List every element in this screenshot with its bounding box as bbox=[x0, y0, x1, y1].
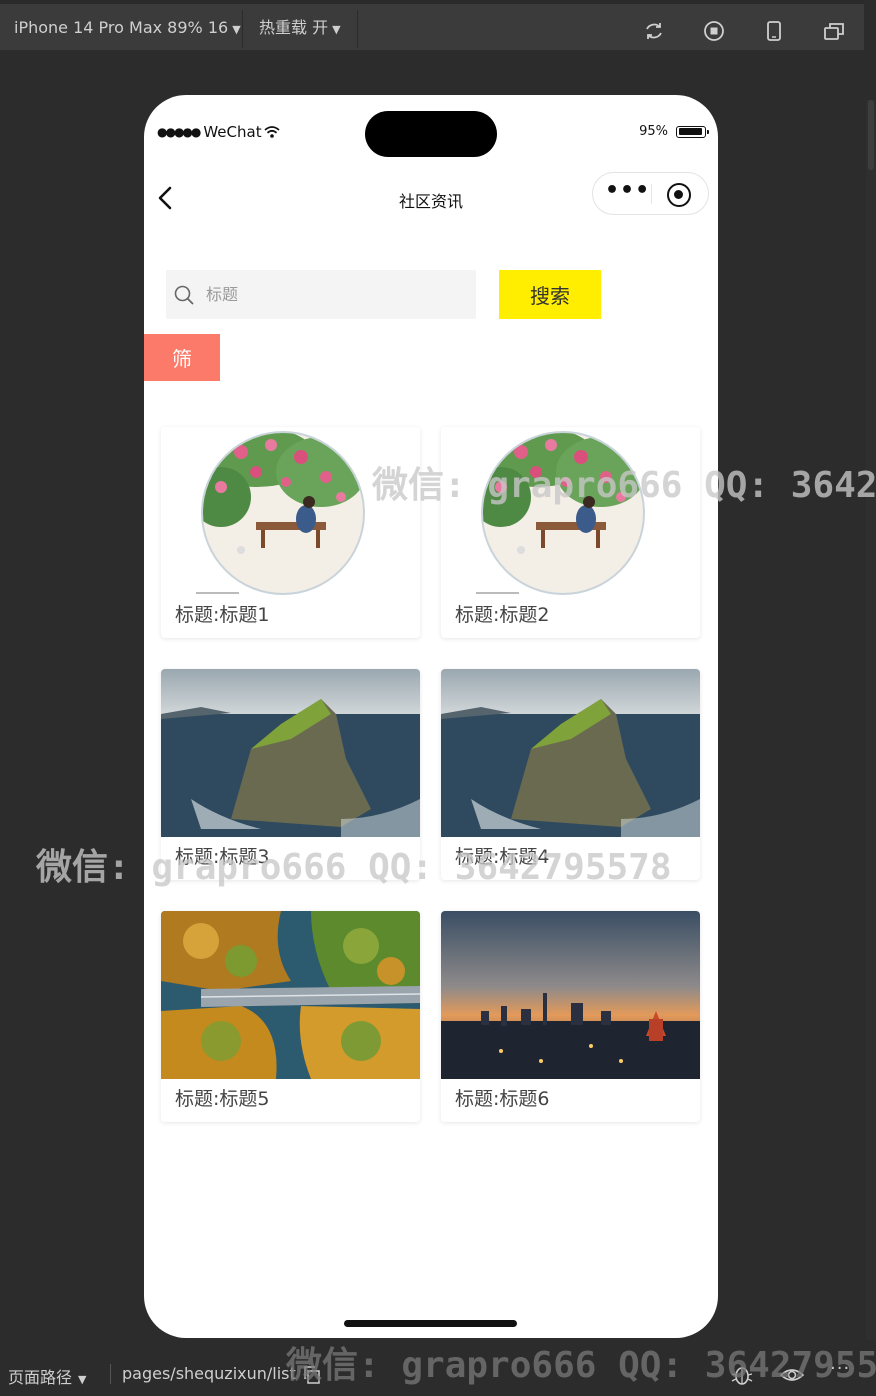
card-image bbox=[441, 427, 700, 595]
list-item[interactable]: 标题:标题5 bbox=[161, 911, 420, 1122]
toolbar-divider bbox=[242, 10, 243, 48]
status-bar-left: ●●●●● WeChat bbox=[157, 123, 280, 141]
home-indicator bbox=[344, 1320, 517, 1327]
menu-capsule: ••• bbox=[592, 172, 709, 215]
list-item[interactable]: 标题:标题2 bbox=[441, 427, 700, 638]
list-item[interactable]: 标题:标题4 bbox=[441, 669, 700, 880]
bug-icon[interactable] bbox=[730, 1364, 754, 1386]
search-input[interactable] bbox=[206, 270, 466, 319]
phone-simulator: ●●●●● WeChat 95% 社区资讯 ••• 搜索 筛 bbox=[144, 95, 718, 1338]
page-path-label: 页面路径 bbox=[8, 1368, 73, 1387]
wifi-icon bbox=[264, 126, 280, 138]
battery-percent: 95% bbox=[639, 124, 668, 139]
card-image bbox=[161, 669, 420, 837]
device-selector[interactable]: iPhone 14 Pro Max 89% 16 ▼ bbox=[14, 14, 241, 42]
copy-icon[interactable] bbox=[304, 1366, 320, 1384]
card-image bbox=[161, 427, 420, 595]
chevron-down-icon: ▼ bbox=[232, 23, 241, 36]
page-path-dropdown[interactable]: 页面路径 ▼ bbox=[8, 1364, 86, 1388]
detach-window-icon[interactable] bbox=[823, 20, 845, 42]
scrollbar-thumb[interactable] bbox=[868, 100, 874, 170]
dynamic-island bbox=[365, 111, 497, 157]
devtools-bottom-bar: 页面路径 ▼ pages/shequzixun/list ··· bbox=[0, 1352, 876, 1396]
scrollbar[interactable] bbox=[866, 100, 876, 1340]
card-title: 标题:标题2 bbox=[455, 604, 550, 626]
card-image bbox=[441, 669, 700, 837]
filter-button[interactable]: 筛 bbox=[144, 334, 220, 381]
close-miniprogram-icon[interactable] bbox=[667, 183, 691, 207]
battery-icon bbox=[676, 125, 709, 138]
card-title: 标题:标题3 bbox=[175, 846, 270, 868]
eye-icon[interactable] bbox=[780, 1364, 804, 1386]
card-image bbox=[161, 911, 420, 1079]
page-path-value: pages/shequzixun/list bbox=[122, 1364, 296, 1383]
hot-reload-label: 热重载 开 bbox=[259, 18, 329, 37]
more-icon[interactable]: ••• bbox=[605, 178, 650, 203]
hot-reload-toggle[interactable]: 热重载 开 ▼ bbox=[259, 14, 341, 42]
carrier-label: WeChat bbox=[203, 123, 262, 141]
signal-icon: ●●●●● bbox=[157, 125, 201, 139]
search-icon bbox=[174, 285, 194, 305]
device-selector-label: iPhone 14 Pro Max 89% 16 bbox=[14, 18, 229, 37]
card-title: 标题:标题4 bbox=[455, 846, 550, 868]
bottom-divider bbox=[110, 1364, 111, 1384]
card-image bbox=[441, 911, 700, 1079]
capsule-divider bbox=[651, 184, 652, 204]
card-title: 标题:标题6 bbox=[455, 1088, 550, 1110]
devtools-toolbar: iPhone 14 Pro Max 89% 16 ▼ 热重载 开 ▼ bbox=[0, 0, 864, 50]
list-item[interactable]: 标题:标题1 bbox=[161, 427, 420, 638]
list-item[interactable]: 标题:标题6 bbox=[441, 911, 700, 1122]
stop-icon[interactable] bbox=[703, 20, 725, 42]
search-button[interactable]: 搜索 bbox=[499, 270, 601, 319]
search-box bbox=[166, 270, 476, 319]
toolbar-divider bbox=[357, 10, 358, 48]
list-item[interactable]: 标题:标题3 bbox=[161, 669, 420, 880]
card-title: 标题:标题1 bbox=[175, 604, 270, 626]
more-options-icon[interactable]: ··· bbox=[830, 1358, 850, 1379]
chevron-down-icon: ▼ bbox=[78, 1373, 87, 1386]
battery-fill bbox=[678, 128, 703, 135]
status-bar-right: 95% bbox=[639, 124, 709, 139]
refresh-icon[interactable] bbox=[643, 20, 665, 42]
chevron-down-icon: ▼ bbox=[332, 23, 341, 36]
card-title: 标题:标题5 bbox=[175, 1088, 270, 1110]
phone-preview-icon[interactable] bbox=[763, 20, 785, 42]
